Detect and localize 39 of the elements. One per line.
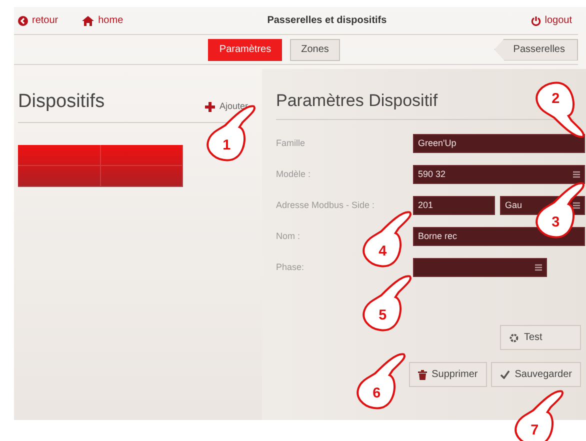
tab[interactable]: Paramètres (208, 38, 282, 60)
callout-number: 6 (372, 386, 381, 402)
field-label: Famille (276, 137, 306, 150)
field-label: Nom : (276, 230, 302, 244)
back-arrow-icon (18, 16, 28, 26)
delete-button[interactable]: Supprimer (408, 362, 487, 388)
trash-icon (418, 370, 427, 380)
check-icon (500, 370, 510, 380)
home-link[interactable]: home (82, 13, 124, 28)
add-link[interactable]: Ajouter (205, 100, 248, 114)
select-field[interactable] (413, 258, 547, 278)
list-icon (535, 264, 542, 272)
test-button[interactable]: Test (500, 325, 581, 350)
field-label: Phase: (276, 261, 306, 274)
page-title: Passerelles et dispositifs (267, 14, 387, 28)
devices-heading: Dispositifs (18, 91, 105, 114)
list-icon (573, 171, 580, 178)
callout-number: 5 (378, 308, 387, 324)
select-field[interactable]: 590 32 (413, 165, 585, 184)
text-field[interactable]: 201 (413, 196, 495, 216)
callout-number: 4 (378, 244, 387, 260)
text-field[interactable]: Borne rec (413, 227, 585, 246)
back-link[interactable]: retour (18, 13, 58, 28)
power-icon (530, 16, 541, 26)
tab[interactable]: Zones (290, 38, 340, 60)
home-icon (82, 16, 94, 26)
gateways-back-button[interactable]: Passerelles (494, 38, 578, 60)
field-label: Adresse Modbus - Side : (276, 199, 376, 212)
list-icon (573, 202, 580, 210)
text-field[interactable]: Green'Up (413, 134, 585, 154)
callout-number: 7 (530, 422, 539, 438)
gear-icon (509, 332, 519, 343)
callout-number: 2 (552, 91, 560, 108)
field-label: Modèle : (276, 168, 312, 182)
save-button[interactable]: Sauvegarder (490, 362, 581, 388)
logout-link[interactable]: logout (530, 13, 572, 28)
plus-icon (205, 102, 216, 112)
callout-number: 1 (222, 138, 231, 154)
form-heading: Paramètres Dispositif (276, 91, 438, 112)
